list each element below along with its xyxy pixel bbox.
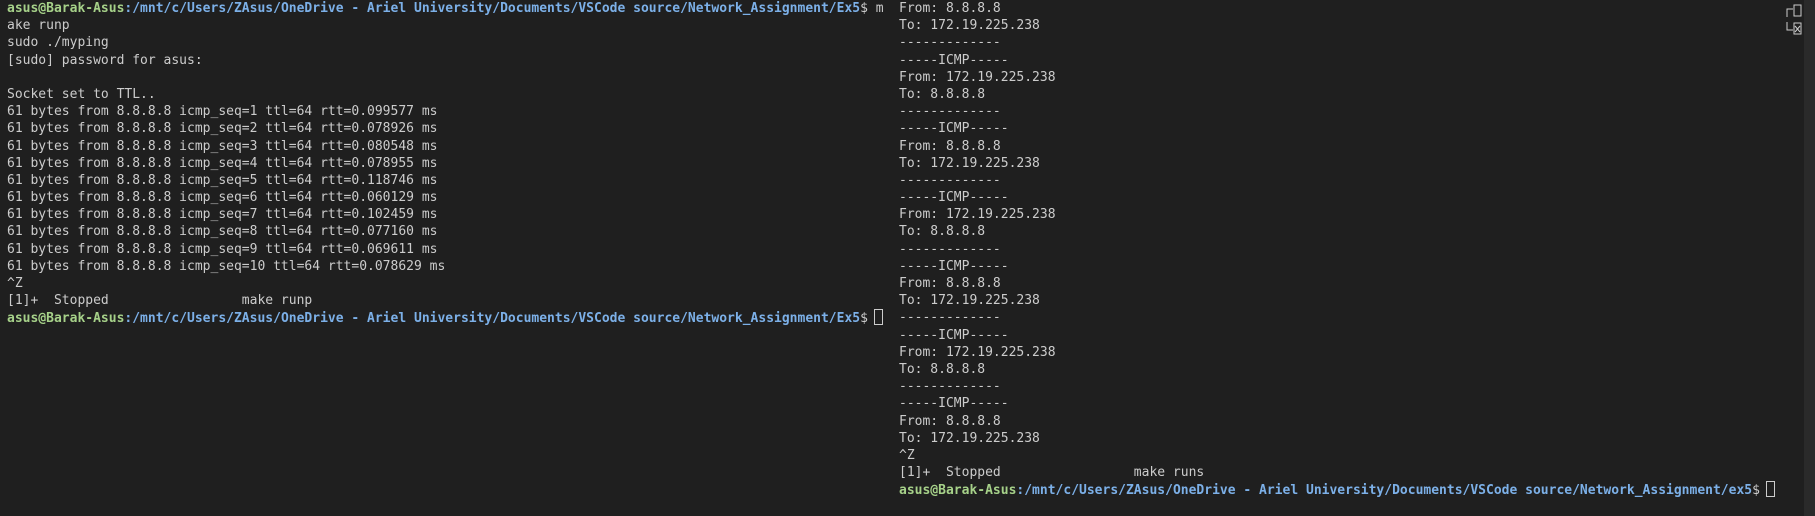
output-line: To: 172.19.225.238 bbox=[899, 155, 1040, 171]
output-line: To: 172.19.225.238 bbox=[899, 18, 1040, 34]
prompt-path: :/mnt/c/Users/ZAsus/OneDrive - Ariel Uni… bbox=[124, 311, 861, 327]
output-line: 61 bytes from 8.8.8.8 icmp_seq=10 ttl=64… bbox=[7, 258, 446, 274]
prompt-path: :/mnt/c/Users/ZAsus/OneDrive - Ariel Uni… bbox=[1016, 483, 1753, 499]
prompt-line-active[interactable]: asus@Barak-Asus:/mnt/c/Users/ZAsus/OneDr… bbox=[7, 309, 884, 326]
output-line: ------------- bbox=[899, 104, 1001, 120]
prompt-suffix: $ bbox=[1752, 483, 1760, 499]
terminal-tree-top-icon bbox=[1786, 4, 1802, 17]
output-line: 61 bytes from 8.8.8.8 icmp_seq=2 ttl=64 … bbox=[7, 121, 438, 137]
output-line: ^Z bbox=[899, 447, 915, 463]
output-line: To: 172.19.225.238 bbox=[899, 293, 1040, 309]
terminal-tab-1[interactable] bbox=[1784, 4, 1804, 18]
output-line: [1]+ Stopped make runp bbox=[7, 293, 313, 309]
output-line: ------------- bbox=[899, 35, 1001, 51]
prompt-line: asus@Barak-Asus:/mnt/c/Users/ZAsus/OneDr… bbox=[7, 0, 884, 17]
output-line: From: 8.8.8.8 bbox=[899, 138, 1001, 154]
terminal-output-right: From: 8.8.8.8 To: 172.19.225.238 -------… bbox=[899, 0, 1775, 498]
output-line: To: 172.19.225.238 bbox=[899, 430, 1040, 446]
output-line: -----ICMP----- bbox=[899, 396, 1009, 412]
terminal-pane-left[interactable]: asus@Barak-Asus:/mnt/c/Users/ZAsus/OneDr… bbox=[0, 0, 892, 516]
output-line: 61 bytes from 8.8.8.8 icmp_seq=5 ttl=64 … bbox=[7, 172, 438, 188]
output-line: 61 bytes from 8.8.8.8 icmp_seq=4 ttl=64 … bbox=[7, 155, 438, 171]
output-line: ^Z bbox=[7, 276, 23, 291]
output-line: ------------- bbox=[899, 379, 1001, 395]
output-line: From: 8.8.8.8 bbox=[899, 276, 1001, 291]
prompt-suffix: $ m bbox=[860, 1, 884, 16]
terminal-pane-right[interactable]: From: 8.8.8.8 To: 172.19.225.238 -------… bbox=[892, 0, 1780, 516]
output-line: -----ICMP----- bbox=[899, 327, 1009, 343]
terminal-output-left: asus@Barak-Asus:/mnt/c/Users/ZAsus/OneDr… bbox=[7, 0, 884, 327]
output-line: 61 bytes from 8.8.8.8 icmp_seq=9 ttl=64 … bbox=[7, 241, 438, 257]
terminal-tab-2[interactable] bbox=[1784, 22, 1804, 36]
prompt-user-host: asus@Barak-Asus bbox=[899, 483, 1017, 499]
output-line: From: 172.19.225.238 bbox=[899, 207, 1056, 223]
output-line: From: 172.19.225.238 bbox=[899, 344, 1056, 360]
output-line: -----ICMP----- bbox=[899, 52, 1009, 68]
output-line: Socket set to TTL.. bbox=[7, 86, 156, 102]
terminal-cursor[interactable] bbox=[873, 309, 883, 326]
output-line: [sudo] password for asus: bbox=[7, 52, 203, 68]
output-line: 61 bytes from 8.8.8.8 icmp_seq=1 ttl=64 … bbox=[7, 104, 438, 120]
output-line: ------------- bbox=[899, 310, 1001, 326]
output-line: To: 8.8.8.8 bbox=[899, 361, 986, 377]
output-line: sudo ./myping bbox=[7, 35, 109, 51]
output-line: 61 bytes from 8.8.8.8 icmp_seq=8 ttl=64 … bbox=[7, 224, 438, 240]
output-line: From: 172.19.225.238 bbox=[899, 69, 1056, 85]
output-line: From: 8.8.8.8 bbox=[899, 413, 1001, 429]
output-line: To: 8.8.8.8 bbox=[899, 86, 986, 102]
prompt-suffix: $ bbox=[860, 311, 868, 327]
output-line: 61 bytes from 8.8.8.8 icmp_seq=6 ttl=64 … bbox=[7, 190, 438, 206]
output-line: 61 bytes from 8.8.8.8 icmp_seq=7 ttl=64 … bbox=[7, 207, 438, 223]
output-line: ------------- bbox=[899, 241, 1001, 257]
output-line: -----ICMP----- bbox=[899, 258, 1009, 274]
prompt-user-host: asus@Barak-Asus bbox=[7, 311, 125, 327]
prompt-line-active[interactable]: asus@Barak-Asus:/mnt/c/Users/ZAsus/OneDr… bbox=[899, 481, 1775, 498]
output-line: [1]+ Stopped make runs bbox=[899, 465, 1205, 481]
scrollbar[interactable] bbox=[1804, 0, 1815, 516]
output-line: 61 bytes from 8.8.8.8 icmp_seq=3 ttl=64 … bbox=[7, 138, 438, 154]
terminal-cursor[interactable] bbox=[1765, 481, 1775, 498]
output-line: -----ICMP----- bbox=[899, 190, 1009, 206]
output-line: From: 8.8.8.8 bbox=[899, 1, 1001, 16]
prompt-user-host: asus@Barak-Asus bbox=[7, 1, 125, 16]
output-line: ake runp bbox=[7, 18, 70, 34]
output-line: ------------- bbox=[899, 172, 1001, 188]
terminal-tree-bottom-icon bbox=[1786, 22, 1802, 35]
output-line: To: 8.8.8.8 bbox=[899, 224, 986, 240]
output-line: -----ICMP----- bbox=[899, 121, 1009, 137]
prompt-path: :/mnt/c/Users/ZAsus/OneDrive - Ariel Uni… bbox=[124, 1, 861, 16]
